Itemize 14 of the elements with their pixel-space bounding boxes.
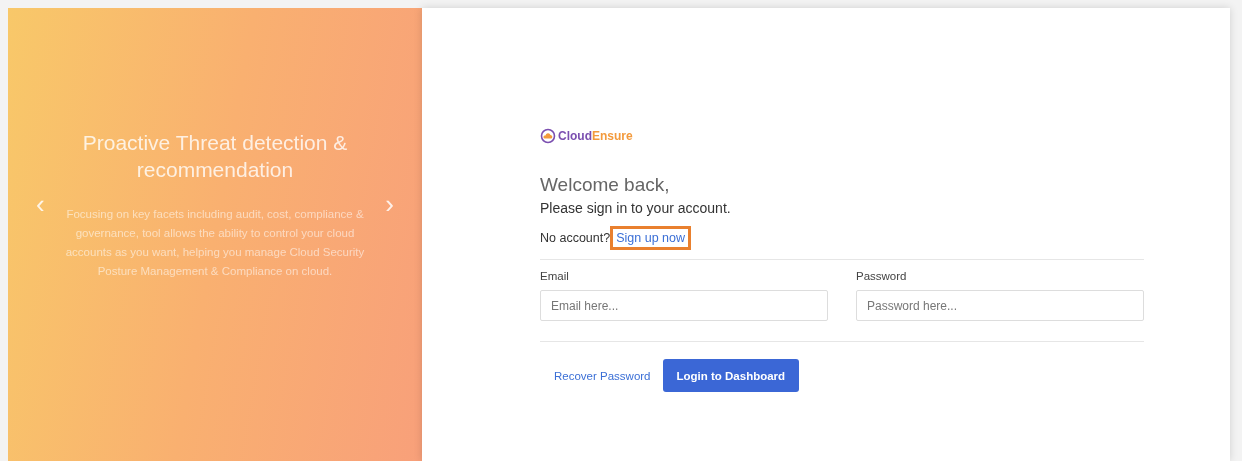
field-label: Email xyxy=(540,270,570,282)
sign-in-prompt: Please sign in to your account. xyxy=(540,200,732,216)
login-button[interactable]: Login to Dashboard xyxy=(662,359,800,392)
field-label: Password xyxy=(856,270,908,282)
no-account-text: No account? xyxy=(540,231,611,245)
recover-password-link[interactable]: Recover Password xyxy=(554,369,651,382)
logo-text: CloudEnsure xyxy=(558,129,633,143)
carousel-title: Proactive Threat detection & recommendation xyxy=(81,129,349,183)
input-field[interactable]: Password here... xyxy=(856,290,1144,321)
carousel-text: Focusing on key facets including audit, cost, compliance & governance, tool allows the ability to control your cloud accounts as you want, helping you manage Cloud Security Posture Management & Compliance on cloud. xyxy=(64,206,366,279)
cloud-logo-icon xyxy=(540,128,556,144)
sign-up-link[interactable]: Sign up now xyxy=(610,226,691,250)
welcome-heading: Welcome back, xyxy=(540,174,671,196)
input-field[interactable]: Email here... xyxy=(540,290,828,321)
